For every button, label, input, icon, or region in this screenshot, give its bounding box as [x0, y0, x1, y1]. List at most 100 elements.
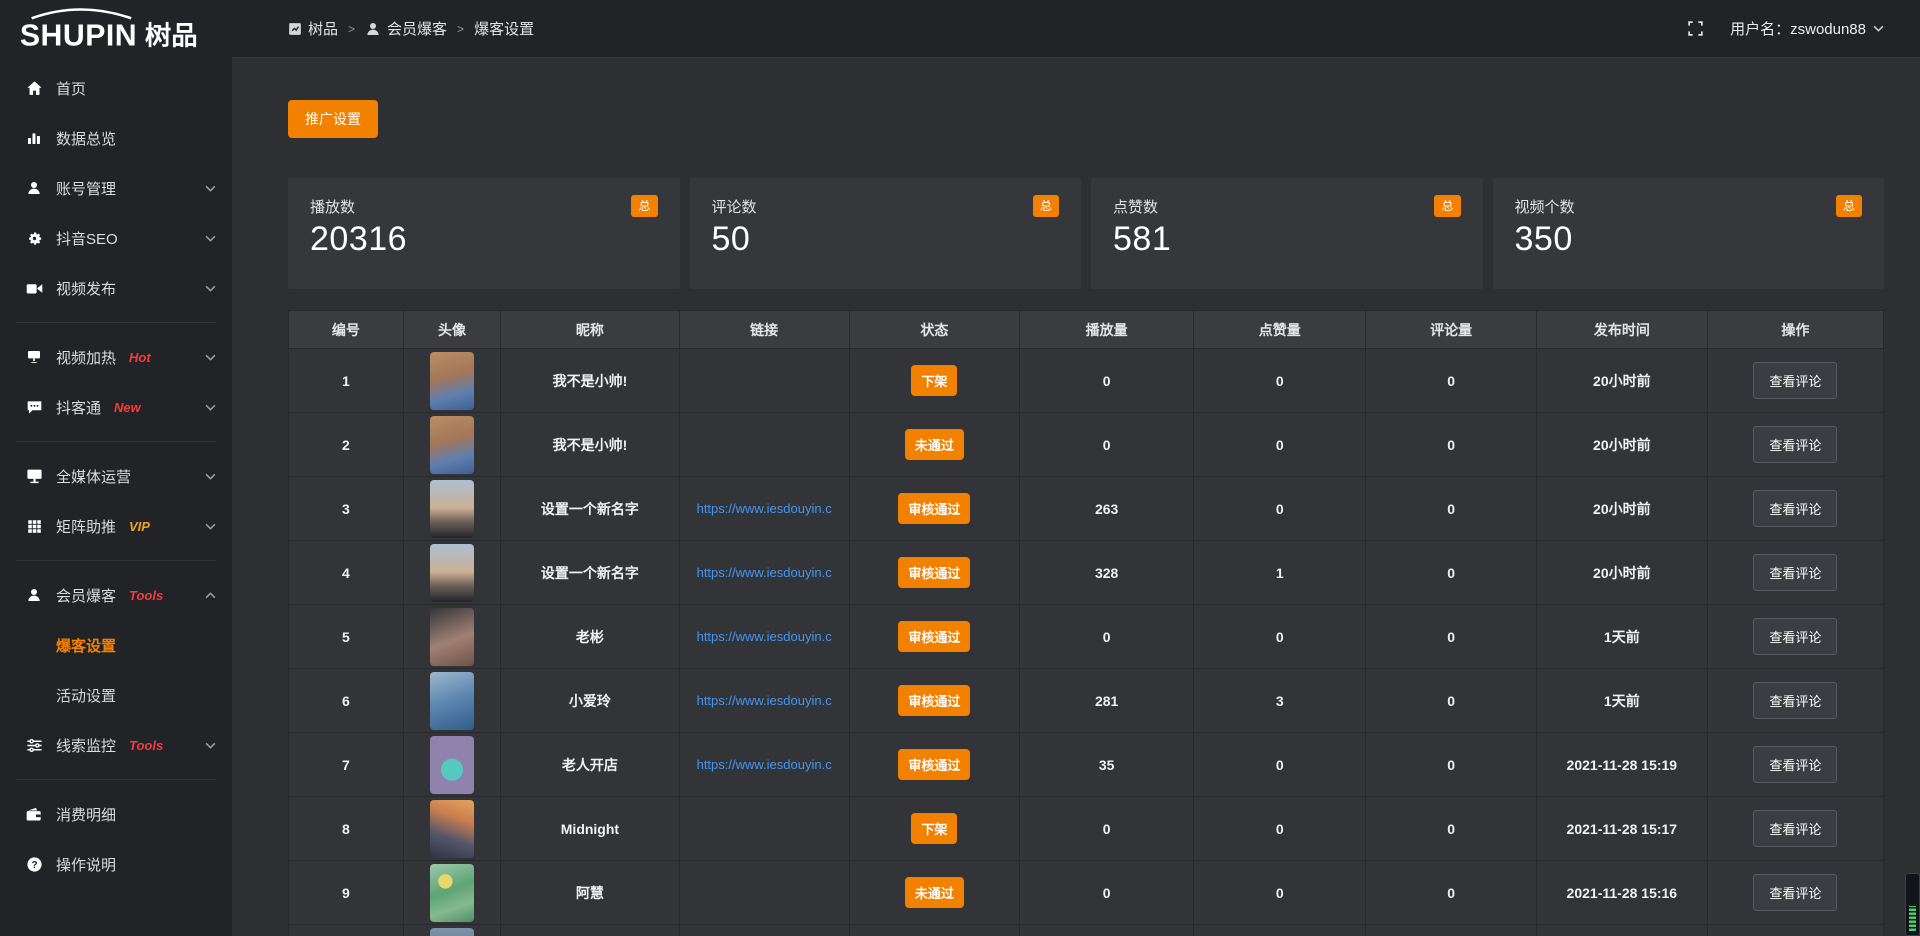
- cell-likes: 0: [1194, 477, 1366, 541]
- user-icon: [24, 180, 44, 196]
- sidebar-item-member-baoke[interactable]: 会员爆客Tools: [0, 570, 232, 620]
- user-menu[interactable]: 用户名：zswodun88: [1730, 18, 1884, 39]
- sidebar-item-clue-monitor[interactable]: 线索监控Tools: [0, 720, 232, 770]
- sidebar-item-consumption-detail[interactable]: 消费明细: [0, 789, 232, 839]
- video-link[interactable]: https://www.iesdouyin.c: [680, 501, 849, 516]
- cell-time: 2021-11-28 15:17: [1537, 797, 1708, 861]
- likes-value: 0: [1276, 821, 1284, 837]
- breadcrumb: 树品>会员爆客>爆客设置: [288, 18, 534, 39]
- stat-card-value: 50: [712, 220, 1060, 259]
- view-comments-button[interactable]: 查看评论: [1753, 746, 1837, 783]
- sidebar-item-matrix-boost[interactable]: 矩阵助推VIP: [0, 501, 232, 551]
- plays-value: 0: [1103, 437, 1111, 453]
- chevron-down-icon: [205, 404, 216, 411]
- view-comments-button[interactable]: 查看评论: [1753, 874, 1837, 911]
- likes-value: 0: [1276, 373, 1284, 389]
- stat-cards: 播放数总20316评论数总50点赞数总581视频个数总350: [288, 178, 1884, 289]
- cell-comments: 0: [1366, 797, 1537, 861]
- status-badge[interactable]: 审核通过: [898, 621, 970, 652]
- sidebar-subitem-baoke-settings[interactable]: 爆客设置: [0, 620, 232, 670]
- cell-id: 3: [289, 477, 404, 541]
- cell-link: https://www.iesdouyin.c: [679, 605, 849, 669]
- view-comments-button[interactable]: 查看评论: [1753, 426, 1837, 463]
- status-badge[interactable]: 未通过: [905, 877, 964, 908]
- screen-icon: [24, 349, 44, 365]
- stat-card-label: 播放数: [310, 196, 355, 217]
- chevron-down-icon: [205, 473, 216, 480]
- sliders-icon: [24, 738, 44, 753]
- cell-status: 审核通过: [849, 605, 1020, 669]
- status-badge[interactable]: 审核通过: [898, 493, 970, 524]
- cell-status: 下架: [849, 797, 1020, 861]
- view-comments-button[interactable]: 查看评论: [1753, 554, 1837, 591]
- view-comments-button[interactable]: 查看评论: [1753, 618, 1837, 655]
- total-badge: 总: [1836, 195, 1862, 217]
- cell-id: 4: [289, 541, 404, 605]
- time-value: 2021-11-28 15:17: [1567, 821, 1678, 837]
- sidebar-item-douyin-seo[interactable]: 抖音SEO: [0, 213, 232, 263]
- cell-likes: 0: [1194, 413, 1366, 477]
- topbar: 树品>会员爆客>爆客设置 用户名：zswodun88: [232, 0, 1920, 58]
- promotion-settings-button[interactable]: 推广设置: [288, 100, 378, 138]
- avatar: [430, 608, 474, 666]
- nickname-text: 老彬: [576, 629, 604, 645]
- sidebar-item-video-publish[interactable]: 视频发布: [0, 263, 232, 313]
- cell-comments: 0: [1366, 349, 1537, 413]
- cell-status: 未通过: [849, 413, 1020, 477]
- status-badge[interactable]: 未通过: [905, 429, 964, 460]
- sidebar-item-operation-guide[interactable]: ?操作说明: [0, 839, 232, 889]
- sidebar-item-home[interactable]: 首页: [0, 63, 232, 113]
- video-link[interactable]: https://www.iesdouyin.c: [680, 757, 849, 772]
- cell-action: [1707, 925, 1883, 936]
- cell-action: 查看评论: [1707, 413, 1883, 477]
- nickname-text: 设置一个新名字: [541, 501, 639, 517]
- perf-meter-widget: [1905, 873, 1920, 936]
- status-badge[interactable]: 下架: [911, 365, 957, 396]
- sidebar-item-label: 视频加热: [56, 347, 116, 368]
- sidebar-item-doukatong[interactable]: 抖客通New: [0, 382, 232, 432]
- view-comments-button[interactable]: 查看评论: [1753, 810, 1837, 847]
- sidebar-item-omni-media[interactable]: 全媒体运营: [0, 451, 232, 501]
- comments-value: 0: [1447, 501, 1455, 517]
- cell-comments: 0: [1366, 733, 1537, 797]
- cell-action: 查看评论: [1707, 349, 1883, 413]
- main-content: 推广设置 播放数总20316评论数总50点赞数总581视频个数总350 编号头像…: [232, 58, 1920, 936]
- sidebar-item-data-overview[interactable]: 数据总览: [0, 113, 232, 163]
- status-badge[interactable]: 审核通过: [898, 685, 970, 716]
- breadcrumb-item-member-baoke[interactable]: 会员爆客: [365, 18, 447, 39]
- sidebar-item-label: 会员爆客: [56, 585, 116, 606]
- view-comments-button[interactable]: 查看评论: [1753, 362, 1837, 399]
- row-id: 5: [342, 629, 350, 645]
- status-badge[interactable]: 审核通过: [898, 557, 970, 588]
- breadcrumb-item-shupin[interactable]: 树品: [288, 18, 338, 39]
- video-link[interactable]: https://www.iesdouyin.c: [680, 693, 849, 708]
- cell-plays: [1020, 925, 1194, 936]
- stat-card-value: 581: [1113, 220, 1461, 259]
- fullscreen-icon[interactable]: [1687, 20, 1704, 37]
- row-id: 8: [342, 821, 350, 837]
- column-header: 操作: [1707, 311, 1883, 349]
- cell-status: 下架: [849, 349, 1020, 413]
- sidebar-subitem-activity-settings[interactable]: 活动设置: [0, 670, 232, 720]
- sidebar-subitem-label: 爆客设置: [56, 635, 116, 656]
- breadcrumb-item-baoke-settings[interactable]: 爆客设置: [474, 18, 534, 39]
- cell-action: 查看评论: [1707, 605, 1883, 669]
- video-link[interactable]: https://www.iesdouyin.c: [680, 565, 849, 580]
- cell-time: 20小时前: [1537, 413, 1708, 477]
- breadcrumb-label: 爆客设置: [474, 18, 534, 39]
- video-link[interactable]: https://www.iesdouyin.c: [680, 629, 849, 644]
- table-header-row: 编号头像昵称链接状态播放量点赞量评论量发布时间操作: [289, 311, 1884, 349]
- status-badge[interactable]: 下架: [911, 813, 957, 844]
- sidebar-item-account-management[interactable]: 账号管理: [0, 163, 232, 213]
- chevron-up-icon: [205, 592, 216, 599]
- cell-link: https://www.iesdouyin.c: [679, 733, 849, 797]
- sidebar-item-tag: Tools: [129, 738, 163, 753]
- sidebar-divider: [16, 322, 216, 323]
- view-comments-button[interactable]: 查看评论: [1753, 490, 1837, 527]
- status-badge[interactable]: 审核通过: [898, 749, 970, 780]
- plays-value: 0: [1103, 821, 1111, 837]
- cell-nickname: 老人开店: [501, 733, 680, 797]
- sidebar-divider: [16, 441, 216, 442]
- view-comments-button[interactable]: 查看评论: [1753, 682, 1837, 719]
- sidebar-item-video-heat[interactable]: 视频加热Hot: [0, 332, 232, 382]
